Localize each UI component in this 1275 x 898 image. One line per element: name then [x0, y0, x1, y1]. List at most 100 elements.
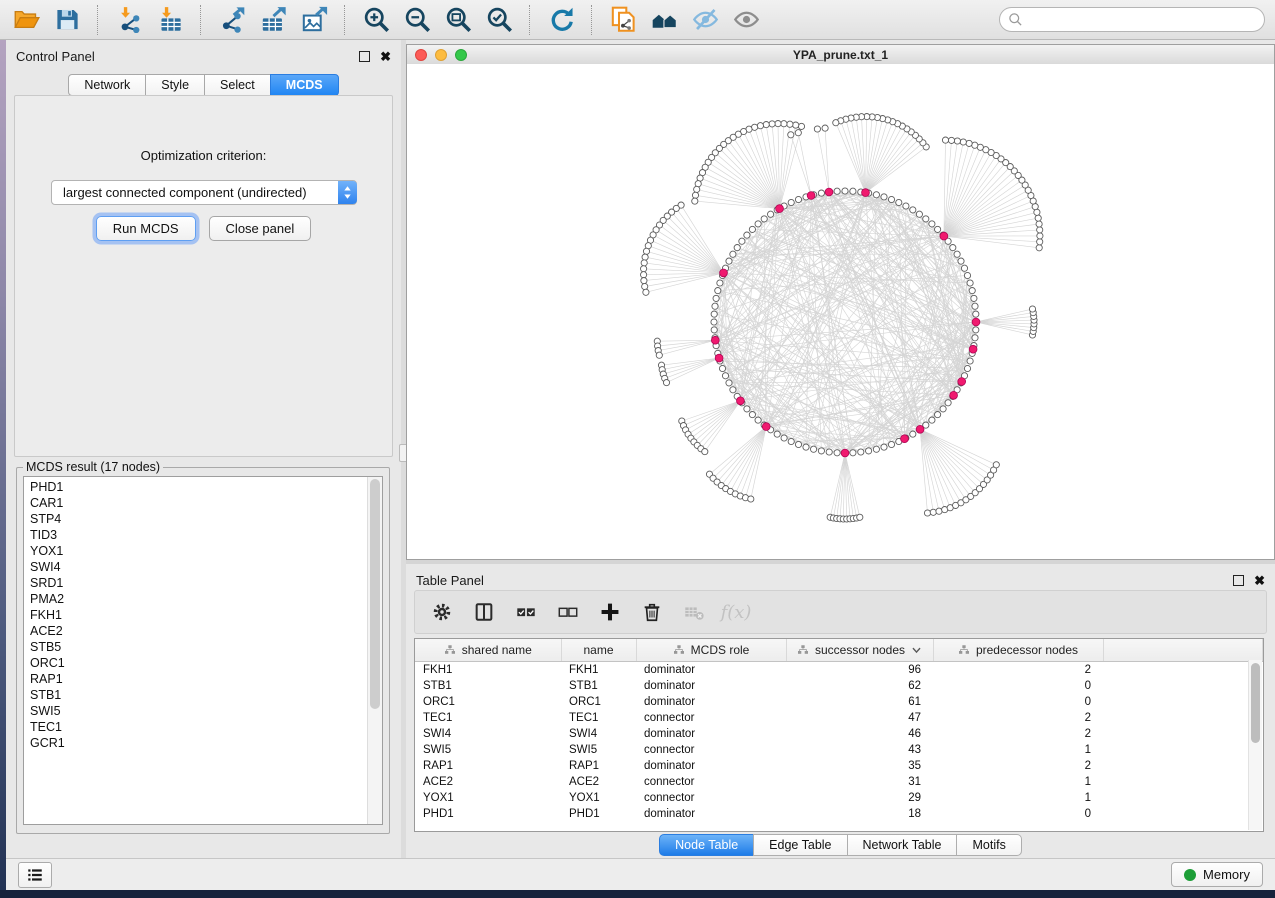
cell-mcds_role[interactable]: dominator	[636, 758, 786, 774]
cell-predecessor_nodes[interactable]: 2	[933, 710, 1103, 726]
mcds-result-item[interactable]: ORC1	[30, 655, 368, 671]
panel-list-button[interactable]	[18, 862, 52, 888]
cell-name[interactable]: ORC1	[561, 694, 636, 710]
mcds-result-item[interactable]: TEC1	[30, 719, 368, 735]
cell-successor_nodes[interactable]: 29	[786, 790, 933, 806]
mcds-result-item[interactable]: STB5	[30, 639, 368, 655]
mcds-result-item[interactable]: PMA2	[30, 591, 368, 607]
select-all-checkboxes-button[interactable]	[513, 599, 539, 625]
run-mcds-button[interactable]: Run MCDS	[96, 216, 196, 241]
cell-shared_name[interactable]: YOX1	[415, 790, 561, 806]
zoom-in-button[interactable]	[360, 4, 392, 36]
show-all-button[interactable]	[730, 4, 762, 36]
cell-mcds_role[interactable]: dominator	[636, 694, 786, 710]
cell-name[interactable]: FKH1	[561, 662, 636, 679]
cell-successor_nodes[interactable]: 35	[786, 758, 933, 774]
float-table-panel-icon[interactable]	[1233, 575, 1244, 586]
search-input[interactable]	[1023, 12, 1256, 28]
cell-name[interactable]: SWI4	[561, 726, 636, 742]
column-header-name[interactable]: name	[561, 639, 636, 662]
mcds-result-list[interactable]: PHD1CAR1STP4TID3YOX1SWI4SRD1PMA2FKH1ACE2…	[24, 477, 368, 824]
mcds-result-item[interactable]: PHD1	[30, 479, 368, 495]
column-header-predecessor-nodes[interactable]: predecessor nodes	[933, 639, 1103, 662]
float-panel-icon[interactable]	[359, 51, 370, 62]
cell-name[interactable]: YOX1	[561, 790, 636, 806]
first-neighbors-button[interactable]	[648, 4, 680, 36]
table-row[interactable]: SWI4SWI4dominator462	[415, 726, 1263, 742]
tab-motifs[interactable]: Motifs	[956, 834, 1021, 856]
optimization-criterion-select[interactable]: largest connected component (undirected)	[51, 180, 357, 205]
cell-name[interactable]: SWI5	[561, 742, 636, 758]
delete-column-button[interactable]	[639, 599, 665, 625]
cell-shared_name[interactable]: SWI5	[415, 742, 561, 758]
tab-node-table[interactable]: Node Table	[659, 834, 754, 856]
table-row[interactable]: ORC1ORC1dominator610	[415, 694, 1263, 710]
cell-predecessor_nodes[interactable]: 1	[933, 742, 1103, 758]
mcds-result-item[interactable]: SRD1	[30, 575, 368, 591]
mcds-result-item[interactable]: TID3	[30, 527, 368, 543]
cell-successor_nodes[interactable]: 46	[786, 726, 933, 742]
close-panel-icon[interactable]: ✖	[380, 52, 391, 61]
tab-network-table[interactable]: Network Table	[847, 834, 958, 856]
table-row[interactable]: PHD1PHD1dominator180	[415, 806, 1263, 822]
tab-network[interactable]: Network	[68, 74, 146, 96]
column-header-MCDS-role[interactable]: MCDS role	[636, 639, 786, 662]
tab-edge-table[interactable]: Edge Table	[753, 834, 847, 856]
close-panel-button[interactable]: Close panel	[209, 216, 312, 241]
save-session-button[interactable]	[51, 4, 83, 36]
mcds-result-item[interactable]: CAR1	[30, 495, 368, 511]
tab-style[interactable]: Style	[145, 74, 205, 96]
cell-shared_name[interactable]: ORC1	[415, 694, 561, 710]
add-column-button[interactable]	[597, 599, 623, 625]
table-row[interactable]: TEC1TEC1connector472	[415, 710, 1263, 726]
zoom-selected-button[interactable]	[483, 4, 515, 36]
cell-shared_name[interactable]: ACE2	[415, 774, 561, 790]
cell-shared_name[interactable]: RAP1	[415, 758, 561, 774]
export-image-button[interactable]	[298, 4, 330, 36]
cell-name[interactable]: STB1	[561, 678, 636, 694]
cell-mcds_role[interactable]: connector	[636, 790, 786, 806]
table-settings-button[interactable]	[429, 599, 455, 625]
tab-select[interactable]: Select	[204, 74, 271, 96]
cell-mcds_role[interactable]: connector	[636, 710, 786, 726]
mcds-result-item[interactable]: SWI4	[30, 559, 368, 575]
cell-name[interactable]: TEC1	[561, 710, 636, 726]
mcds-result-item[interactable]: FKH1	[30, 607, 368, 623]
cell-shared_name[interactable]: FKH1	[415, 662, 561, 679]
export-table-button[interactable]	[257, 4, 289, 36]
search-box[interactable]	[999, 7, 1265, 32]
hide-selected-button[interactable]	[689, 4, 721, 36]
network-canvas[interactable]	[407, 64, 1274, 559]
table-row[interactable]: RAP1RAP1dominator352	[415, 758, 1263, 774]
cell-predecessor_nodes[interactable]: 1	[933, 774, 1103, 790]
mcds-result-item[interactable]: STP4	[30, 511, 368, 527]
cell-name[interactable]: PHD1	[561, 806, 636, 822]
column-header-successor-nodes[interactable]: successor nodes	[786, 639, 933, 662]
cell-name[interactable]: ACE2	[561, 774, 636, 790]
cell-mcds_role[interactable]: dominator	[636, 678, 786, 694]
mcds-result-item[interactable]: GCR1	[30, 735, 368, 751]
export-network-button[interactable]	[216, 4, 248, 36]
cell-predecessor_nodes[interactable]: 0	[933, 806, 1103, 822]
table-row[interactable]: YOX1YOX1connector291	[415, 790, 1263, 806]
cell-predecessor_nodes[interactable]: 1	[933, 790, 1103, 806]
cell-predecessor_nodes[interactable]: 0	[933, 694, 1103, 710]
cell-predecessor_nodes[interactable]: 0	[933, 678, 1103, 694]
cell-name[interactable]: RAP1	[561, 758, 636, 774]
toggle-columns-button[interactable]	[471, 599, 497, 625]
close-table-panel-icon[interactable]: ✖	[1254, 576, 1265, 585]
cell-predecessor_nodes[interactable]: 2	[933, 758, 1103, 774]
table-row[interactable]: STB1STB1dominator620	[415, 678, 1263, 694]
table-row[interactable]: FKH1FKH1dominator962	[415, 662, 1263, 679]
cell-mcds_role[interactable]: connector	[636, 774, 786, 790]
cell-mcds_role[interactable]: dominator	[636, 806, 786, 822]
tab-mcds[interactable]: MCDS	[270, 74, 339, 96]
cell-successor_nodes[interactable]: 47	[786, 710, 933, 726]
mcds-result-item[interactable]: STB1	[30, 687, 368, 703]
mcds-result-item[interactable]: YOX1	[30, 543, 368, 559]
refresh-layout-button[interactable]	[545, 4, 577, 36]
column-header-shared-name[interactable]: shared name	[415, 639, 561, 662]
cell-mcds_role[interactable]: dominator	[636, 662, 786, 679]
table-row[interactable]: ACE2ACE2connector311	[415, 774, 1263, 790]
cell-predecessor_nodes[interactable]: 2	[933, 662, 1103, 679]
